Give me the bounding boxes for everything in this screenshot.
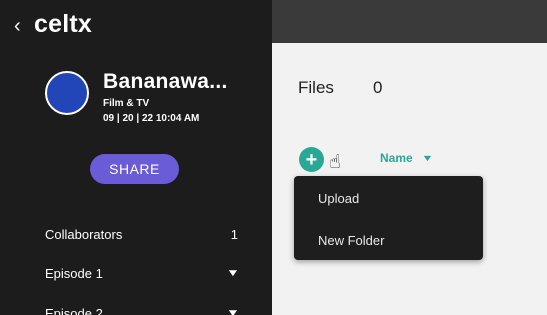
sidebar-item-episode-1[interactable]: Episode 1 ▼ — [45, 262, 240, 284]
sidebar-item-episode-2[interactable]: Episode 2 ▼ — [45, 302, 240, 315]
app-logo: celtx — [34, 10, 92, 38]
share-button[interactable]: SHARE — [90, 154, 179, 184]
sort-label: Name — [380, 151, 413, 165]
top-bar — [272, 0, 547, 43]
sidebar-item-label: Episode 1 — [45, 265, 103, 281]
files-label: Files — [298, 78, 334, 97]
project-avatar — [45, 71, 89, 115]
sidebar-item-label: Collaborators — [45, 226, 123, 242]
add-menu: Upload New Folder — [294, 176, 483, 260]
chevron-down-icon: ▼ — [420, 153, 434, 163]
project-date: 09 | 20 | 22 10:04 AM — [103, 113, 200, 124]
sidebar-item-label: Episode 2 — [45, 305, 103, 315]
files-count: 0 — [373, 78, 383, 97]
menu-item-upload[interactable]: Upload — [318, 191, 359, 206]
sidebar-item-collaborators[interactable]: Collaborators 1 — [45, 223, 238, 245]
sort-by-name-dropdown[interactable]: Name ▼ — [380, 151, 434, 165]
menu-item-new-folder[interactable]: New Folder — [318, 233, 384, 248]
chevron-down-icon[interactable]: ▼ — [226, 308, 240, 315]
hand-cursor-icon: ☝ — [329, 152, 341, 173]
chevron-left-icon[interactable]: ‹ — [14, 15, 21, 38]
project-type: Film & TV — [103, 98, 150, 109]
plus-icon: + — [305, 148, 318, 171]
add-button[interactable]: + — [299, 147, 324, 172]
chevron-down-icon[interactable]: ▼ — [226, 268, 240, 279]
project-title: Bananawa... — [103, 70, 228, 93]
collaborators-count: 1 — [230, 226, 238, 242]
sidebar: ‹ celtx Bananawa... Film & TV 09 | 20 | … — [0, 0, 272, 315]
